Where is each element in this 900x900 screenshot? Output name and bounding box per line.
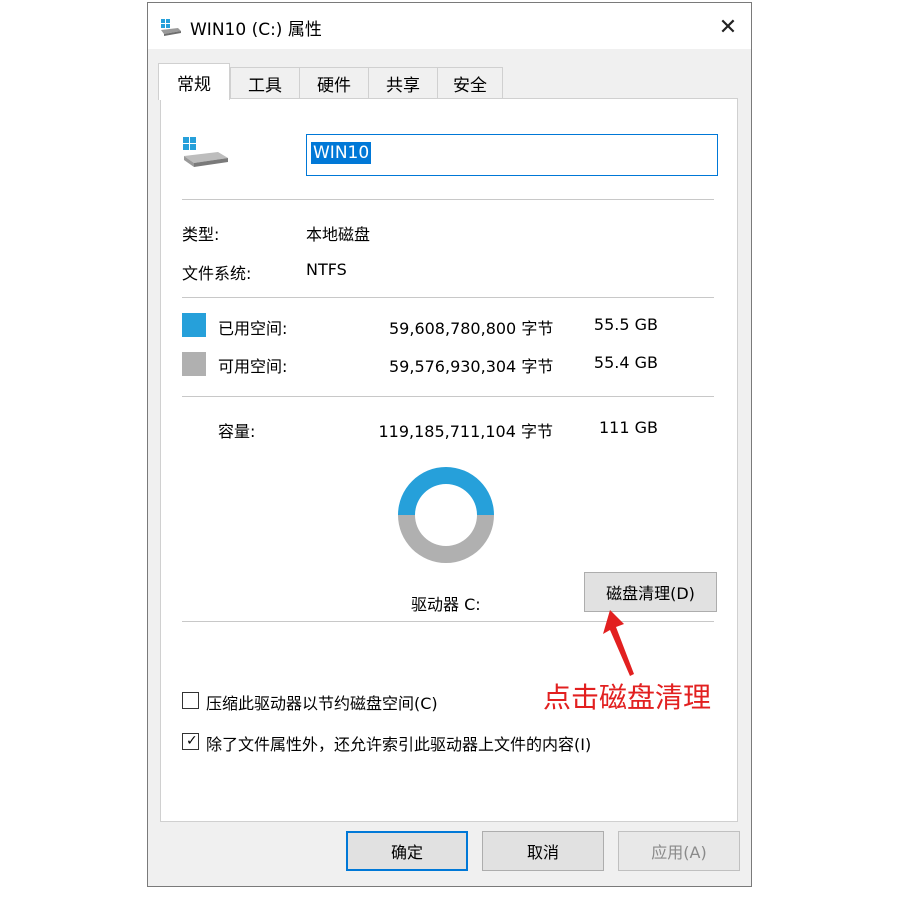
tab-tools[interactable]: 工具 (230, 67, 300, 99)
separator (182, 297, 714, 298)
free-space-label: 可用空间: (218, 357, 288, 376)
window-title: WIN10 (C:) 属性 (190, 20, 322, 40)
index-label: 除了文件属性外，还允许索引此驱动器上文件的内容(I) (206, 735, 592, 754)
donut-used-segment (398, 467, 494, 516)
annotation-text: 点击磁盘清理 (543, 681, 712, 714)
drive-icon (183, 137, 228, 167)
ok-button[interactable]: 确定 (346, 831, 468, 871)
free-space-swatch (182, 352, 206, 376)
compress-label: 压缩此驱动器以节约磁盘空间(C) (206, 694, 438, 713)
cancel-button[interactable]: 取消 (482, 831, 604, 871)
compress-checkbox[interactable] (182, 692, 199, 709)
drive-name-value: WIN10 (311, 142, 372, 164)
annotation-arrow-icon (603, 610, 634, 676)
filesystem-value: NTFS (306, 260, 347, 279)
tab-hardware[interactable]: 硬件 (299, 67, 369, 99)
donut-free-segment (398, 515, 494, 563)
disk-cleanup-button[interactable]: 磁盘清理(D) (584, 572, 717, 612)
free-space-size: 55.4 GB (593, 353, 658, 372)
properties-window: WIN10 (C:) 属性 ✕ 常规 工具 硬件 共享 安全 WIN10 类型:… (147, 2, 752, 887)
capacity-bytes: 119,185,711,104 字节 (378, 422, 553, 441)
usage-donut-chart (398, 467, 494, 563)
filesystem-label: 文件系统: (182, 264, 252, 283)
used-space-bytes: 59,608,780,800 字节 (389, 319, 554, 338)
tab-security[interactable]: 安全 (437, 67, 503, 99)
close-button[interactable]: ✕ (708, 9, 748, 45)
drive-letter-label: 驱动器 C: (411, 595, 481, 614)
index-checkbox[interactable]: ✓ (182, 733, 199, 750)
tab-general[interactable]: 常规 (158, 63, 230, 100)
type-label: 类型: (182, 225, 220, 244)
apply-button[interactable]: 应用(A) (618, 831, 740, 871)
title-bar: WIN10 (C:) 属性 ✕ (148, 3, 751, 49)
close-icon: ✕ (718, 14, 738, 40)
used-space-size: 55.5 GB (593, 315, 658, 334)
free-space-bytes: 59,576,930,304 字节 (389, 357, 554, 376)
capacity-size: 111 GB (599, 418, 658, 437)
capacity-label: 容量: (218, 422, 256, 441)
used-space-label: 已用空间: (218, 319, 288, 338)
type-value: 本地磁盘 (306, 225, 371, 244)
check-icon: ✓ (186, 733, 198, 749)
used-space-swatch (182, 313, 206, 337)
tab-sharing[interactable]: 共享 (368, 67, 438, 99)
drive-name-input[interactable]: WIN10 (306, 134, 718, 176)
separator (182, 396, 714, 397)
drive-icon (161, 19, 181, 36)
separator (182, 199, 714, 200)
